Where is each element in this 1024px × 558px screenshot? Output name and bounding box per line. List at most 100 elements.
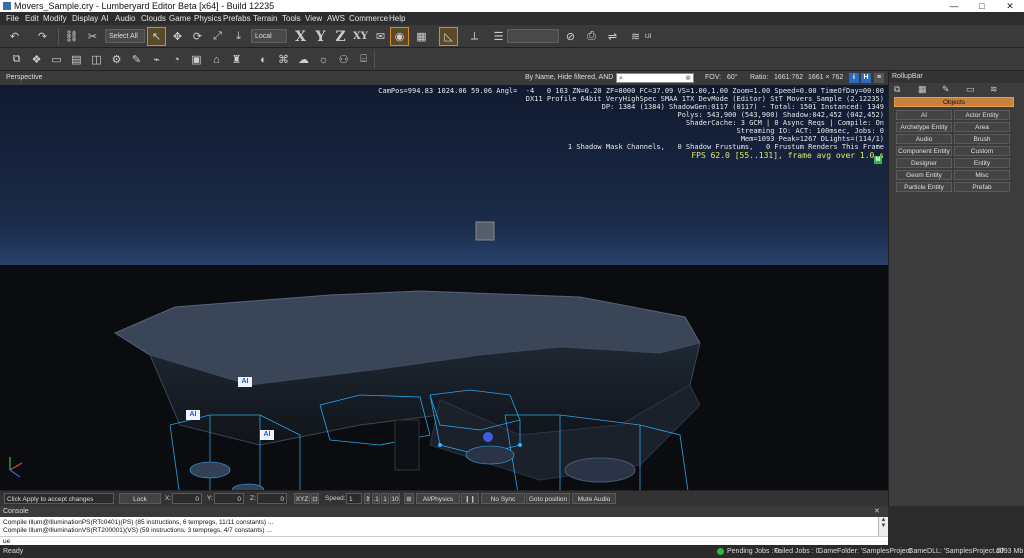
no-physics-icon[interactable]: ⊘ <box>562 28 579 45</box>
menu-file[interactable]: File <box>6 12 19 25</box>
perspective-viewport[interactable]: AI AI AI CamPos=994.83 1024.06 59.06 Ang… <box>0 85 888 490</box>
terrain-snap-icon[interactable]: ✉ <box>372 28 389 45</box>
maximize-button[interactable]: □ <box>968 0 996 12</box>
object-type-area[interactable]: Area <box>954 122 1010 132</box>
axis-x-button[interactable]: X <box>292 28 309 45</box>
speed-preset-1[interactable]: 1 <box>381 493 389 504</box>
menu-commerce[interactable]: Commerce <box>349 12 388 25</box>
terrain-follow-icon[interactable]: ⊞ <box>404 493 414 504</box>
axis-y-button[interactable]: Y <box>312 28 329 45</box>
select-arrow-icon[interactable]: ↖ <box>147 27 166 46</box>
object-type-component-entity[interactable]: Component Entity <box>896 146 952 156</box>
menu-tools[interactable]: Tools <box>282 12 301 25</box>
clear-search-icon[interactable]: ⊗ <box>685 72 691 86</box>
layer-select[interactable] <box>507 29 559 43</box>
selection-filter-select[interactable]: Select All <box>105 29 145 43</box>
tool-icon-4[interactable]: ▤ <box>68 51 85 68</box>
lock-icon[interactable]: ⊡ <box>311 493 319 504</box>
object-type-particle-entity[interactable]: Particle Entity <box>896 182 952 192</box>
object-type-brush[interactable]: Brush <box>954 134 1010 144</box>
menu-modify[interactable]: Modify <box>43 12 67 25</box>
z-coordinate-input[interactable]: 0 <box>257 493 287 504</box>
tool-icon-7[interactable]: ✎ <box>128 51 145 68</box>
unlink-icon[interactable]: ✂ <box>84 28 101 45</box>
info-toggle-button[interactable]: i <box>849 73 859 83</box>
minimize-button[interactable]: — <box>940 0 968 12</box>
ai-physics-button[interactable]: AI/Physics <box>416 493 460 504</box>
object-type-prefab[interactable]: Prefab <box>954 182 1010 192</box>
objects-category-header[interactable]: Objects <box>894 97 1014 107</box>
tool-icon-13[interactable]: ◐ <box>255 51 272 68</box>
console-input[interactable]: ue <box>0 536 888 545</box>
menu-audio[interactable]: Audio <box>115 12 135 25</box>
eye-icon[interactable]: ◉ <box>390 27 409 46</box>
tool-icon-1[interactable]: ⧉ <box>8 51 25 68</box>
mute-audio-button[interactable]: Mute Audio <box>572 493 616 504</box>
resolution-value[interactable]: 1661 × 762 <box>808 71 843 85</box>
xyz-toggle-button[interactable]: XYZ <box>294 493 310 504</box>
menu-view[interactable]: View <box>305 12 322 25</box>
tool-icon-12[interactable]: ♜ <box>228 51 245 68</box>
lightbulb-icon[interactable]: ☼ <box>315 51 332 68</box>
tool-icon-2[interactable]: ❖ <box>28 51 45 68</box>
ratio-value[interactable]: 1661:762 <box>774 71 803 85</box>
speed-input[interactable]: 1 <box>346 493 362 504</box>
ai-entity-tag[interactable]: AI <box>238 377 252 387</box>
object-type-actor-entity[interactable]: Actor Entity <box>954 110 1010 120</box>
object-type-designer[interactable]: Designer <box>896 158 952 168</box>
helpers-toggle-button[interactable]: H <box>861 73 871 83</box>
viewport-menu-icon[interactable]: ≡ <box>874 73 884 83</box>
menu-display[interactable]: Display <box>72 12 98 25</box>
speed-spinner[interactable]: ⇕ <box>364 493 370 504</box>
tool-icon-9[interactable]: ◔ <box>168 51 185 68</box>
menu-game[interactable]: Game <box>169 12 191 25</box>
tool-icon-3[interactable]: ▭ <box>48 51 65 68</box>
menu-aws[interactable]: AWS <box>327 12 345 25</box>
menu-help[interactable]: Help <box>389 12 405 25</box>
object-type-ai[interactable]: AI <box>896 110 952 120</box>
tool-icon-6[interactable]: ⚙ <box>108 51 125 68</box>
ai-entity-tag[interactable]: AI <box>186 410 200 420</box>
menu-ai[interactable]: AI <box>101 12 109 25</box>
redo-icon[interactable]: ↷ <box>34 28 51 45</box>
axis-xy-button[interactable]: XY <box>352 28 369 45</box>
fov-value[interactable]: 60° <box>727 71 738 85</box>
menu-terrain[interactable]: Terrain <box>253 12 277 25</box>
lock-selection-button[interactable]: Lock Selection <box>119 493 161 514</box>
list-icon[interactable]: ☰ <box>490 28 507 45</box>
modeling-tab-icon[interactable]: ✎ <box>942 84 950 95</box>
tool-icon-10[interactable]: ▣ <box>188 51 205 68</box>
coordinate-space-select[interactable]: Local <box>251 29 287 43</box>
layers-icon[interactable]: ≋ <box>627 28 644 45</box>
tool-icon-14[interactable]: ⌘ <box>275 51 292 68</box>
objects-tab-icon[interactable]: ⧉ <box>894 84 900 95</box>
layers-tab-icon[interactable]: ≋ <box>990 84 998 95</box>
y-coordinate-input[interactable]: 0 <box>214 493 244 504</box>
link-icon[interactable]: ⛓ <box>63 28 80 45</box>
console-close-icon[interactable]: ✕ <box>874 507 884 516</box>
tool-icon-15[interactable]: ☁ <box>295 51 312 68</box>
camera-icon[interactable]: ⎙ <box>583 28 600 45</box>
viewport-search-input[interactable]: ⌕ ⊗ <box>616 73 694 83</box>
undo-icon[interactable]: ↶ <box>6 28 23 45</box>
toggle-icon[interactable]: ⇌ <box>604 28 621 45</box>
menu-edit[interactable]: Edit <box>25 12 39 25</box>
snap-icon[interactable]: ⤓ <box>230 28 247 45</box>
axis-z-button[interactable]: Z <box>332 28 349 45</box>
ruler-icon[interactable]: ⟂ <box>466 28 483 45</box>
ai-entity-tag[interactable]: AI <box>260 430 274 440</box>
object-type-geom-entity[interactable]: Geom Entity <box>896 170 952 180</box>
console-output[interactable]: Compile Illum@IlluminationPS(RTc0401)(PS… <box>0 517 888 536</box>
no-sync-player-button[interactable]: No Sync Player <box>481 493 525 514</box>
speed-preset-0.1[interactable]: .1 <box>372 493 380 504</box>
pause-icon[interactable]: ❙❙ <box>461 493 479 504</box>
tool-icon-11[interactable]: ⌂ <box>208 51 225 68</box>
tool-icon-18[interactable]: ⌸ <box>355 51 372 68</box>
viewport-name[interactable]: Perspective <box>6 71 43 85</box>
close-button[interactable]: ✕ <box>996 0 1024 12</box>
object-type-archetype-entity[interactable]: Archetype Entity <box>896 122 952 132</box>
terrain-tab-icon[interactable]: ▦ <box>918 84 927 95</box>
object-type-custom[interactable]: Custom <box>954 146 1010 156</box>
menu-clouds[interactable]: Clouds <box>141 12 166 25</box>
tool-icon-17[interactable]: ⚇ <box>335 51 352 68</box>
